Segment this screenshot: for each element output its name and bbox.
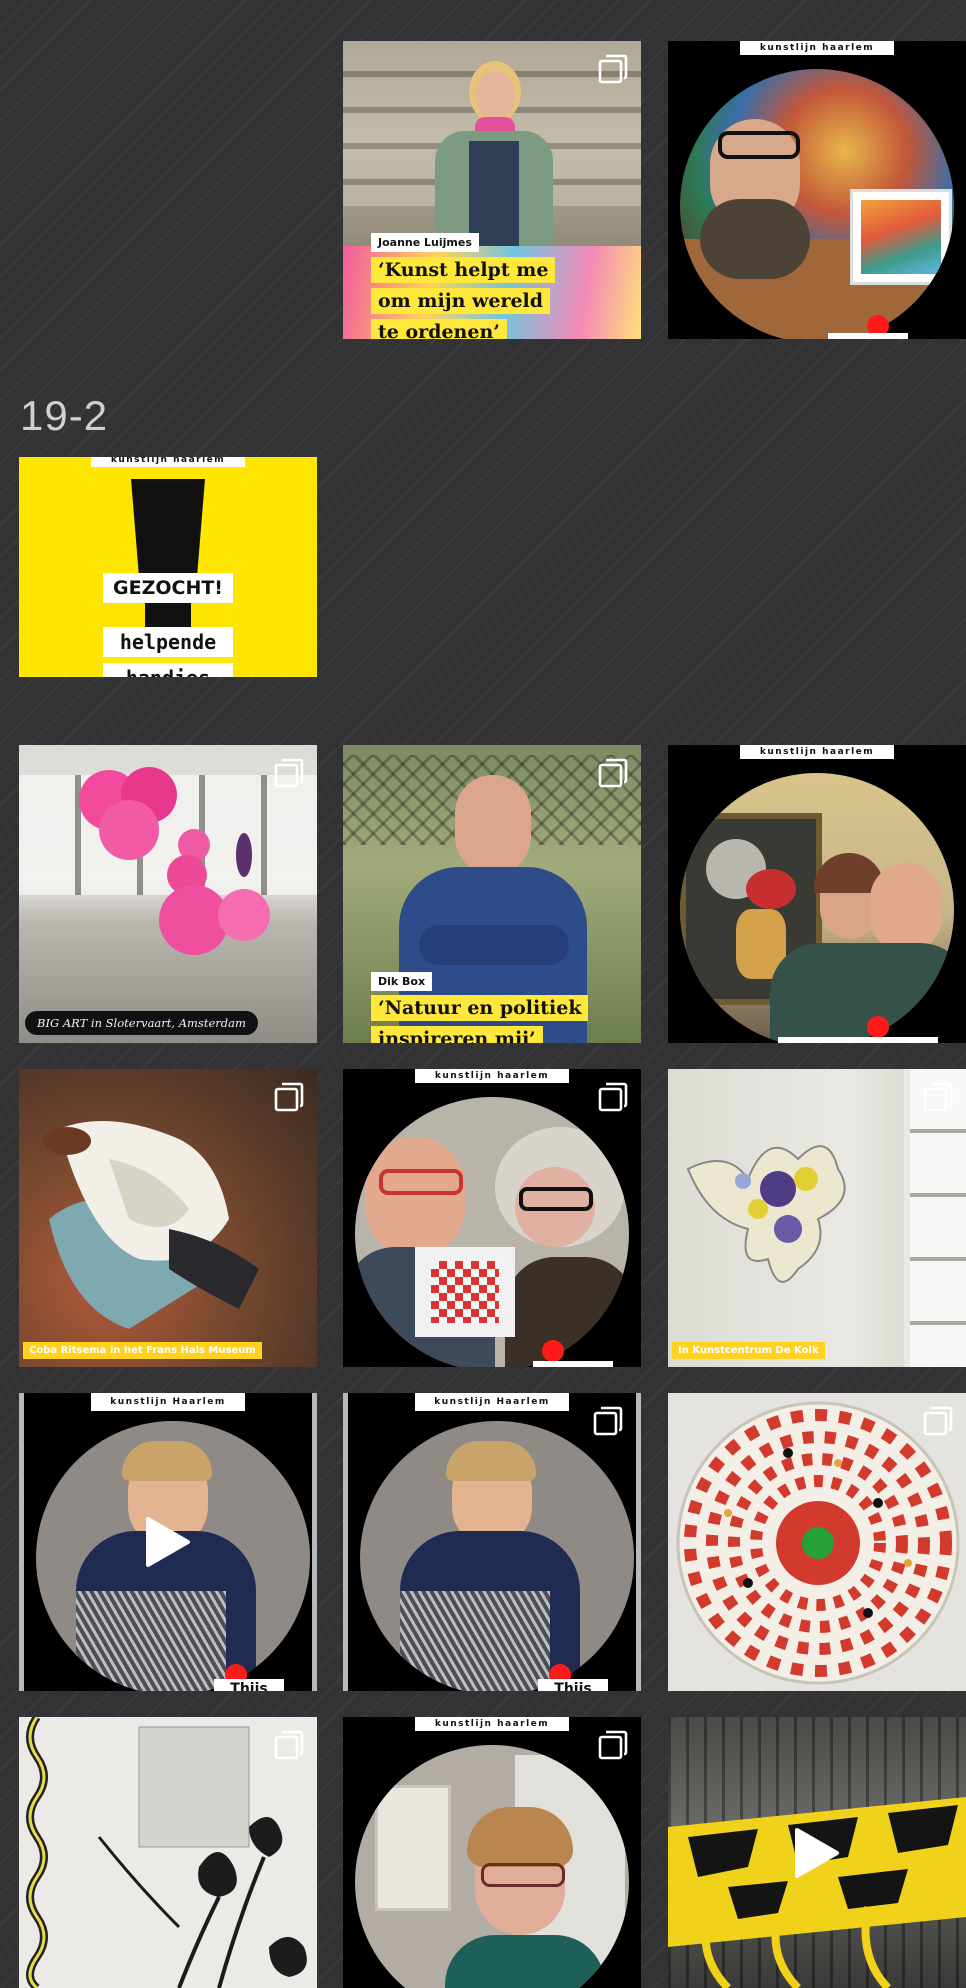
circular-checker-artwork [676,1401,960,1685]
poster-subline-2: handjes [103,663,233,677]
post-tile-dik-box[interactable]: Dik Box ‘Natuur en politiek inspireren m… [343,745,641,1043]
poster-headline: GEZOCHT! [103,573,233,603]
quote-line-1: ‘Natuur en politiek [371,995,589,1021]
play-icon[interactable] [793,1826,841,1880]
artist-name-tag: Dik Box [371,972,433,991]
post-caption: In Kunstcentrum De Kolk [672,1342,825,1359]
post-tile-woman-portrait[interactable]: kunstlijn haarlem [343,1717,641,1988]
multiple-photos-icon [922,1405,954,1437]
post-caption: Coba Ritsema in het Frans Hals Museum [23,1342,262,1359]
post-tile-gezocht-poster[interactable]: kunstlijn haarlem GEZOCHT! helpende hand… [19,457,317,677]
post-tile-couple-selfie[interactable]: kunstlijn haarlem [668,745,966,1043]
circle-portrait [360,1421,634,1691]
kunstlijn-banner: kunstlijn haarlem [415,1069,569,1083]
kunstlijn-banner: kunstlijn Haarlem [91,1393,245,1411]
artist-name-tag: Joanne Luijmes [371,233,479,252]
post-tile-yellow-textile-video[interactable] [668,1717,966,1988]
bottom-name: Thijs [214,1679,284,1691]
multiple-photos-icon [597,53,629,85]
post-tile-joanne-luijmes[interactable]: Joanne Luijmes ‘Kunst helpt me om mijn w… [343,41,641,339]
post-tile-big-art[interactable]: BIG ART in Slotervaart, Amsterdam [19,745,317,1043]
multiple-photos-icon [273,1081,305,1113]
post-tile-artist-circle-portrait[interactable]: kunstlijn haarlem [668,41,966,339]
wall-sculpture [686,1145,846,1283]
multiple-photos-icon [597,757,629,789]
recording-dot [867,1016,889,1038]
kunstlijn-banner: kunstlijn Haarlem [415,1393,569,1411]
multiple-photos-icon [273,1729,305,1761]
date-section-label: 19-2 [20,392,109,439]
post-tile-kunstcentrum-de-kolk[interactable]: In Kunstcentrum De Kolk [668,1069,966,1367]
kunstlijn-banner: kunstlijn haarlem [740,41,894,55]
quote-line-2: inspireren mij’ [371,1026,543,1043]
circle-portrait [680,773,954,1043]
multiple-photos-icon [592,1405,624,1437]
post-tile-thijs-video[interactable]: kunstlijn Haarlem Thijs [19,1393,317,1691]
bottom-banner [778,1037,938,1043]
poster-subline-1: helpende [103,627,233,657]
quote-line-2: om mijn wereld [371,288,551,314]
portrait-figure [435,61,553,261]
multiple-photos-icon [597,1081,629,1113]
post-tile-tulip-drawing[interactable] [19,1717,317,1988]
multiple-photos-icon [922,1081,954,1113]
circle-portrait [355,1745,629,1988]
pink-balloon-sculpture [79,767,270,955]
post-tile-checker-circle-art[interactable] [668,1393,966,1691]
post-tile-thijs-photos[interactable]: kunstlijn Haarlem Thijs [343,1393,641,1691]
multiple-photos-icon [273,757,305,789]
multiple-photos-icon [597,1729,629,1761]
kunstlijn-banner: kunstlijn haarlem [415,1717,569,1731]
painting-sleeping-woman [43,1121,259,1329]
recording-dot [542,1340,564,1362]
quote-line-1: ‘Kunst helpt me [371,257,556,283]
bottom-banner [533,1361,613,1367]
play-icon[interactable] [144,1515,192,1569]
bottom-banner [828,333,908,339]
post-tile-artist-duo[interactable]: kunstlijn haarlem [343,1069,641,1367]
post-caption: BIG ART in Slotervaart, Amsterdam [25,1011,258,1035]
post-tile-coba-ritsema[interactable]: Coba Ritsema in het Frans Hals Museum [19,1069,317,1367]
circle-portrait [680,69,954,339]
kunstlijn-banner: kunstlijn haarlem [740,745,894,759]
quote-line-3: te ordenen’ [371,319,507,339]
bottom-name: Thijs [538,1679,608,1691]
circle-portrait [355,1097,629,1367]
